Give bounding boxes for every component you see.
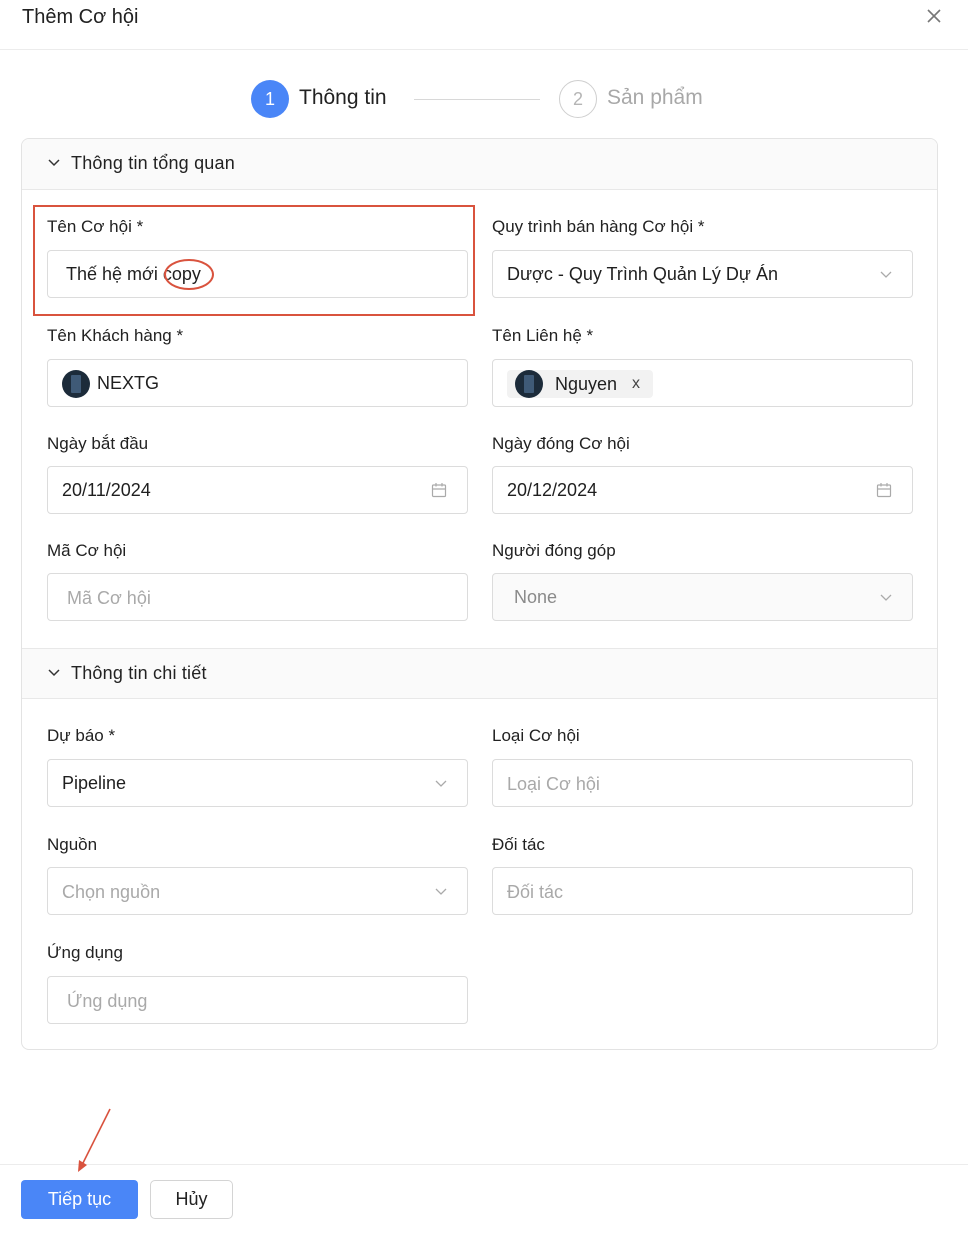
opportunity-code-placeholder: Mã Cơ hội bbox=[67, 588, 151, 608]
chevron-down-icon bbox=[48, 669, 60, 677]
customer-name-label: Tên Khách hàng * bbox=[47, 326, 184, 345]
close-date-picker[interactable]: 20/12/2024 bbox=[492, 466, 913, 514]
contact-tag-label: Nguyen bbox=[555, 374, 618, 394]
start-date-value: 20/11/2024 bbox=[62, 480, 151, 500]
cancel-button[interactable]: Hủy bbox=[150, 1180, 233, 1219]
source-placeholder: Chọn nguồn bbox=[62, 882, 161, 902]
opportunity-type-placeholder: Loại Cơ hội bbox=[507, 774, 600, 794]
partner-input[interactable]: Đối tác bbox=[492, 867, 913, 915]
footer-divider bbox=[0, 1164, 968, 1165]
step-1-number[interactable]: 1 bbox=[251, 80, 289, 118]
annotation-copy-circle bbox=[164, 259, 214, 290]
contact-name-label: Tên Liên hệ * bbox=[492, 326, 594, 345]
start-date-label: Ngày bắt đầu bbox=[47, 434, 149, 453]
forecast-label: Dự báo * bbox=[47, 726, 116, 745]
continue-button[interactable]: Tiếp tục bbox=[21, 1180, 138, 1219]
application-label: Ứng dụng bbox=[47, 943, 123, 962]
chevron-down-icon bbox=[880, 271, 892, 278]
contributor-select[interactable]: None bbox=[492, 573, 913, 621]
start-date-picker[interactable]: 20/11/2024 bbox=[47, 466, 468, 514]
chevron-down-icon bbox=[435, 888, 447, 895]
customer-avatar bbox=[62, 370, 90, 398]
stepper: 1 Thông tin 2 Sản phẩm bbox=[0, 78, 968, 122]
contact-name-input[interactable]: Nguyen x bbox=[492, 359, 913, 407]
customer-name-value: NEXTG bbox=[97, 373, 160, 393]
chevron-down-icon bbox=[435, 780, 447, 787]
chevron-down-icon bbox=[48, 159, 60, 167]
contact-tag: Nguyen x bbox=[507, 370, 653, 398]
dialog-title: Thêm Cơ hội bbox=[22, 6, 139, 28]
source-label: Nguồn bbox=[47, 835, 98, 854]
opportunity-code-input[interactable]: Mã Cơ hội bbox=[47, 573, 468, 621]
contact-avatar bbox=[515, 370, 543, 398]
dialog-header: Thêm Cơ hội bbox=[0, 0, 968, 50]
annotation-highlight-box bbox=[33, 205, 475, 316]
source-select[interactable]: Chọn nguồn bbox=[47, 867, 468, 915]
forecast-select[interactable]: Pipeline bbox=[47, 759, 468, 807]
calendar-icon bbox=[431, 483, 447, 498]
contributor-value: None bbox=[514, 587, 558, 607]
opportunity-type-label: Loại Cơ hội bbox=[492, 726, 580, 745]
close-date-value: 20/12/2024 bbox=[507, 480, 598, 500]
section-overview-header[interactable]: Thông tin tổng quan bbox=[22, 139, 937, 190]
annotation-arrow-icon bbox=[78, 1108, 111, 1172]
opportunity-code-label: Mã Cơ hội bbox=[47, 541, 127, 560]
sales-process-value: Dược - Quy Trình Quản Lý Dự Án bbox=[507, 264, 778, 284]
step-2-label[interactable]: Sản phẩm bbox=[607, 86, 703, 110]
sales-process-label: Quy trình bán hàng Cơ hội * bbox=[492, 217, 705, 236]
contributor-label: Người đóng góp bbox=[492, 541, 616, 560]
step-connector bbox=[414, 99, 540, 100]
chevron-down-icon bbox=[880, 594, 892, 601]
customer-name-input[interactable]: NEXTG bbox=[47, 359, 468, 407]
section-details-title: Thông tin chi tiết bbox=[71, 663, 207, 683]
calendar-icon bbox=[876, 483, 892, 498]
step-2-number[interactable]: 2 bbox=[559, 80, 597, 118]
close-date-label: Ngày đóng Cơ hội bbox=[492, 434, 630, 453]
remove-tag-icon[interactable]: x bbox=[632, 375, 640, 393]
partner-label: Đối tác bbox=[492, 835, 545, 854]
forecast-value: Pipeline bbox=[62, 773, 127, 793]
section-overview-title: Thông tin tổng quan bbox=[71, 153, 235, 173]
partner-placeholder: Đối tác bbox=[507, 882, 564, 902]
sales-process-select[interactable]: Dược - Quy Trình Quản Lý Dự Án bbox=[492, 250, 913, 298]
close-icon[interactable] bbox=[926, 8, 942, 24]
application-input[interactable]: Ứng dụng bbox=[47, 976, 468, 1024]
section-details-header[interactable]: Thông tin chi tiết bbox=[22, 648, 937, 699]
opportunity-type-input[interactable]: Loại Cơ hội bbox=[492, 759, 913, 807]
step-1-label[interactable]: Thông tin bbox=[299, 86, 387, 110]
application-placeholder: Ứng dụng bbox=[67, 991, 148, 1011]
